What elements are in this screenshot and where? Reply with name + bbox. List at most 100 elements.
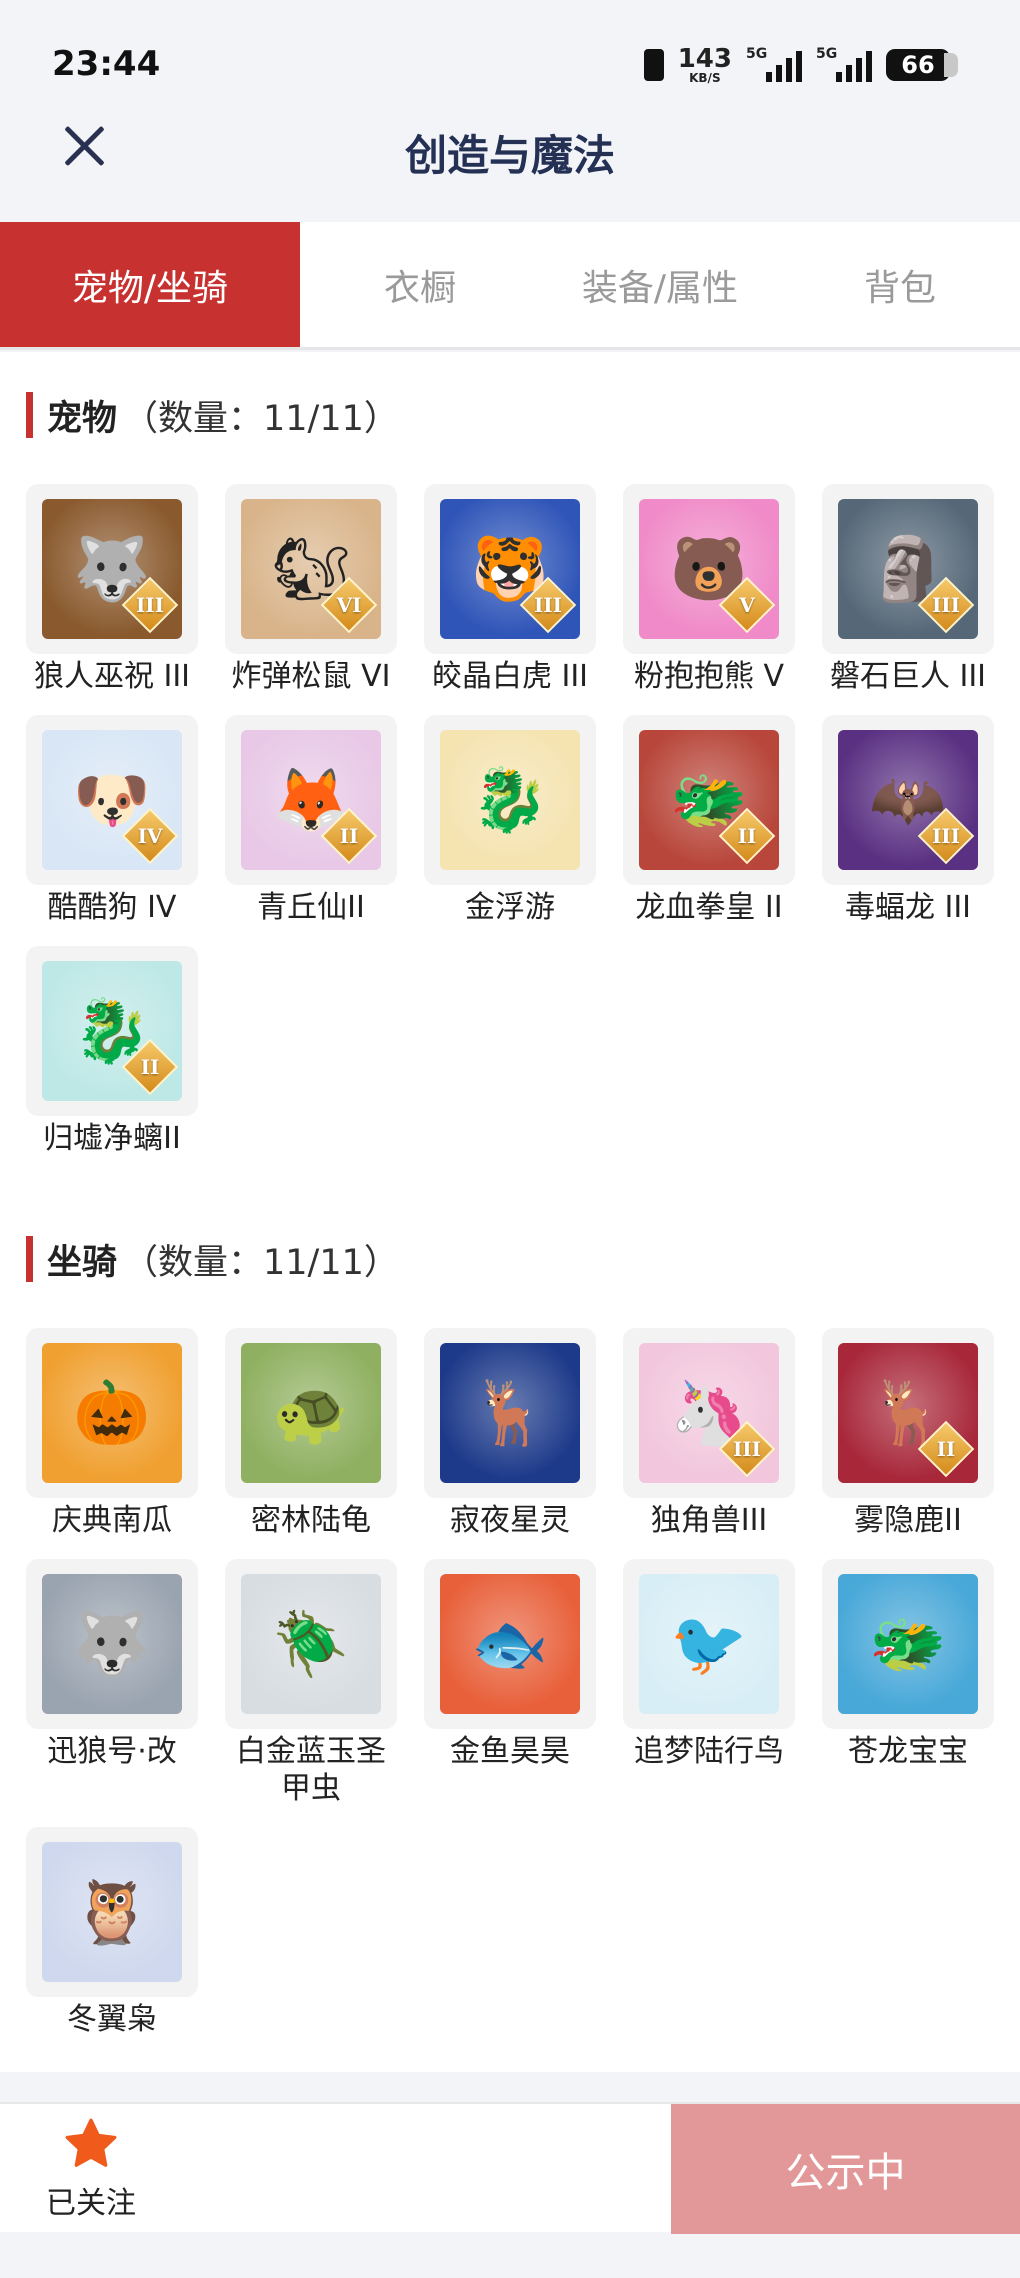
rank-badge: IV (124, 810, 176, 862)
rank-label: II (339, 824, 359, 848)
thumbnail: 🐟 (424, 1559, 596, 1729)
rank-label: II (936, 1437, 956, 1461)
creature-glyph: 🐦 (670, 1607, 748, 1680)
card-name: 雾隐鹿II (854, 1503, 962, 1538)
mount-card[interactable]: 🦉 冬翼枭 (26, 1827, 198, 2038)
follow-button[interactable]: 已关注 (46, 2116, 136, 2222)
rank-label: IV (137, 824, 163, 848)
pet-card[interactable]: 🐻 V 粉抱抱熊 V (623, 484, 795, 695)
pet-card[interactable]: 🐯 III 皎晶白虎 III (424, 484, 596, 695)
rank-label: III (931, 824, 961, 848)
wolf-icon: 🐺 III (42, 499, 182, 639)
scarab-icon: 🪲 (241, 1574, 381, 1714)
thumbnail: 🐦 (623, 1559, 795, 1729)
mount-card[interactable]: 🐟 金鱼昊昊 (424, 1559, 596, 1807)
squirrel-icon: 🐿 VI (241, 499, 381, 639)
pet-card[interactable]: 🐶 IV 酷酷狗 IV (26, 715, 198, 926)
thumbnail: 🐻 V (623, 484, 795, 654)
pet-card[interactable]: 🗿 III 磐石巨人 III (822, 484, 994, 695)
pet-card[interactable]: 🐺 III 狼人巫祝 III (26, 484, 198, 695)
status-time: 23:44 (52, 44, 161, 84)
card-name: 青丘仙II (257, 890, 365, 925)
dog-icon: 🐶 IV (42, 730, 182, 870)
thumbnail: 🐉 (424, 715, 596, 885)
mount-card[interactable]: 🦌 II 雾隐鹿II (822, 1328, 994, 1539)
pet-card[interactable]: 🦊 II 青丘仙II (225, 715, 397, 926)
signal-icon: 5G (816, 46, 872, 82)
card-name: 追梦陆行鸟 (634, 1734, 784, 1769)
rank-badge: II (323, 810, 375, 862)
golden-dragon-icon: 🐉 (440, 730, 580, 870)
tab-bar: 宠物/坐骑 衣橱 装备/属性 背包 (0, 222, 1020, 350)
rank-label: III (135, 593, 165, 617)
thumbnail: 🐿 VI (225, 484, 397, 654)
battery-level: 66 (901, 51, 935, 79)
thumbnail: 🗿 III (822, 484, 994, 654)
thumbnail: 🦌 II (822, 1328, 994, 1498)
thumbnail: 🐉 II (26, 946, 198, 1116)
card-name: 寂夜星灵 (450, 1503, 570, 1538)
owl-icon: 🦉 (42, 1842, 182, 1982)
rank-badge: II (721, 810, 773, 862)
card-name: 酷酷狗 IV (47, 890, 177, 925)
tab-backpack[interactable]: 背包 (780, 222, 1020, 347)
rank-badge: III (721, 1423, 773, 1475)
rank-badge: III (124, 579, 176, 631)
rank-badge: V (721, 579, 773, 631)
pet-card[interactable]: 🦇 III 毒蝠龙 III (822, 715, 994, 926)
tab-pets-mounts[interactable]: 宠物/坐骑 (0, 222, 300, 347)
card-name: 庆典南瓜 (52, 1503, 172, 1538)
mount-card[interactable]: 🐦 追梦陆行鸟 (623, 1559, 795, 1807)
rank-label: III (931, 593, 961, 617)
mount-card[interactable]: 🐺 迅狼号·改 (26, 1559, 198, 1807)
pet-card[interactable]: 🐉 II 归墟净螭II (26, 946, 198, 1157)
creature-glyph: 🐉 (471, 763, 549, 836)
creature-glyph: 🐲 (869, 1607, 947, 1680)
pet-card[interactable]: 🐲 II 龙血拳皇 II (623, 715, 795, 926)
tiger-icon: 🐯 III (440, 499, 580, 639)
card-name: 炸弹松鼠 VI (231, 659, 391, 694)
creature-glyph: 🎃 (73, 1376, 151, 1449)
signal-type: 5G (746, 46, 768, 62)
dragon-boxer-icon: 🐲 II (639, 730, 779, 870)
pets-title: 宠物 (47, 398, 118, 439)
pumpkin-icon: 🎃 (42, 1343, 182, 1483)
pet-card[interactable]: 🐿 VI 炸弹松鼠 VI (225, 484, 397, 695)
mech-wolf-icon: 🐺 (42, 1574, 182, 1714)
rank-badge: VI (323, 579, 375, 631)
unicorn-icon: 🦄 III (639, 1343, 779, 1483)
creature-glyph: 🦉 (73, 1875, 151, 1948)
card-name: 白金蓝玉圣甲虫 (236, 1734, 386, 1806)
card-name: 冬翼枭 (67, 2002, 157, 2037)
mount-card[interactable]: 🎃 庆典南瓜 (26, 1328, 198, 1539)
thumbnail: 🐲 (822, 1559, 994, 1729)
thumbnail: 🦉 (26, 1827, 198, 1997)
section-accent-bar (26, 392, 33, 438)
creature-glyph: 🪲 (272, 1607, 350, 1680)
thumbnail: 🎃 (26, 1328, 198, 1498)
card-name: 金浮游 (465, 890, 555, 925)
pet-card[interactable]: 🐉 金浮游 (424, 715, 596, 926)
bat-dragon-icon: 🦇 III (838, 730, 978, 870)
rank-label: II (140, 1055, 160, 1079)
thumbnail: 🦌 (424, 1328, 596, 1498)
sea-dragon-icon: 🐉 II (42, 961, 182, 1101)
rank-badge: III (522, 579, 574, 631)
mount-card[interactable]: 🐢 密林陆龟 (225, 1328, 397, 1539)
rank-badge: III (920, 579, 972, 631)
mount-card[interactable]: 🐲 苍龙宝宝 (822, 1559, 994, 1807)
turtle-icon: 🐢 (241, 1343, 381, 1483)
page-title: 创造与魔法 (404, 131, 615, 180)
status-bar: 23:44 143 KB/S 5G 5G 66 (0, 0, 1020, 120)
mount-card[interactable]: 🦄 III 独角兽III (623, 1328, 795, 1539)
publicize-button[interactable]: 公示中 (671, 2104, 1020, 2234)
signal-icon: 5G (746, 46, 802, 82)
tab-wardrobe[interactable]: 衣橱 (300, 222, 540, 347)
mount-card[interactable]: 🪲 白金蓝玉圣甲虫 (225, 1559, 397, 1807)
mount-card[interactable]: 🦌 寂夜星灵 (424, 1328, 596, 1539)
card-name: 归墟净螭II (43, 1121, 181, 1156)
thumbnail: 🐺 (26, 1559, 198, 1729)
creature-glyph: 🦌 (471, 1376, 549, 1449)
rank-badge: III (920, 810, 972, 862)
tab-equipment[interactable]: 装备/属性 (540, 222, 780, 347)
